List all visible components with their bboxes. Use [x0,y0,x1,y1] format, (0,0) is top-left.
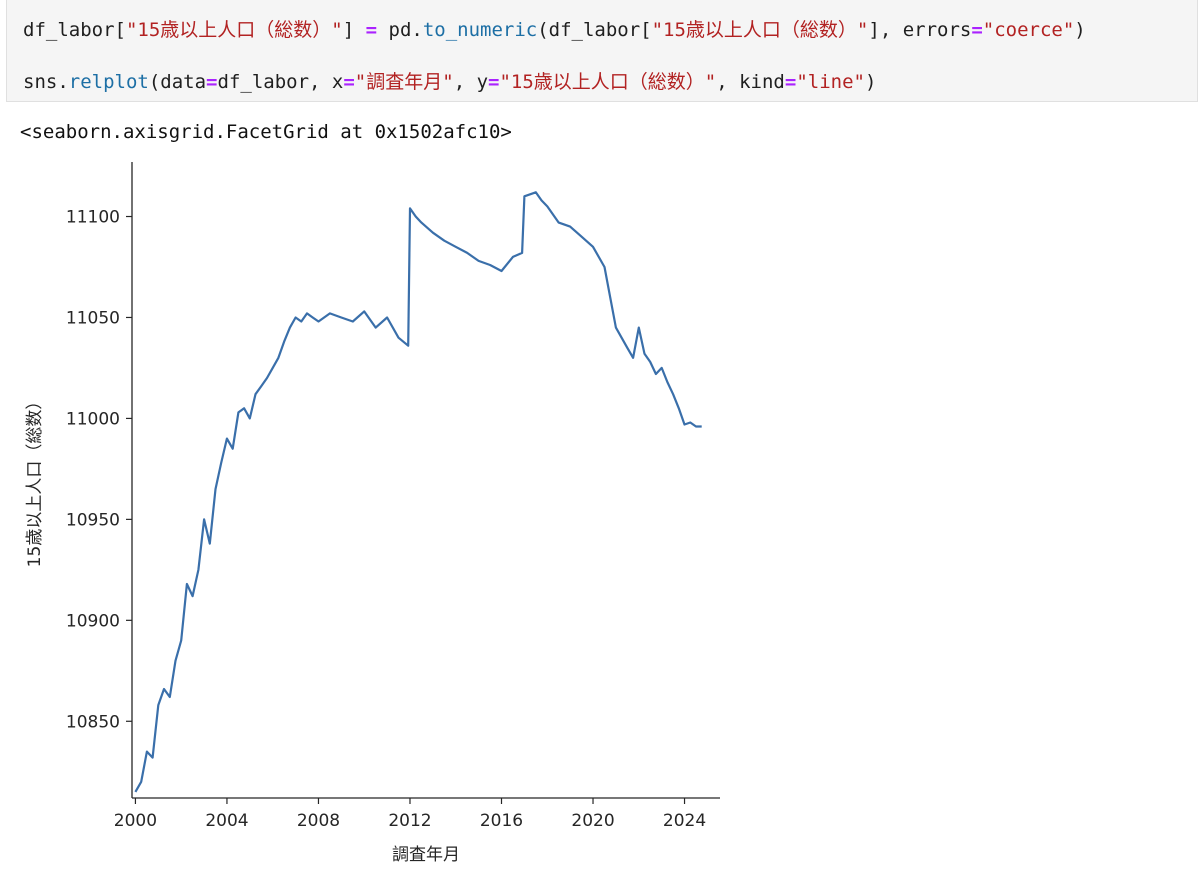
line-chart: 2000 2004 2008 2012 2016 2020 2024 10850 10900 10… [25,162,720,865]
output-repr: <seaborn.axisgrid.FacetGrid at 0x1502afc… [20,121,512,143]
y-tick-label: 10900 [66,611,120,631]
axes [131,162,720,799]
y-tick-label: 11000 [66,409,120,429]
series-line [134,191,702,793]
x-tick-label: 2000 [114,811,157,831]
x-tick-label: 2016 [480,811,523,831]
y-tick-label: 10950 [66,510,120,530]
y-tick-label: 10850 [66,712,120,732]
x-tick-label: 2020 [571,811,614,831]
code-line-2: sns.relplot(data=df_labor, x="調査年月", y="… [23,71,877,93]
x-tick-label: 2012 [388,811,431,831]
code-line-1: df_labor["15歳以上人口（総数）"] = pd.to_numeric(… [23,19,1086,41]
plot-output: 2000 2004 2008 2012 2016 2020 2024 10850 10900 10… [0,150,740,884]
code-cell[interactable]: df_labor["15歳以上人口（総数）"] = pd.to_numeric(… [6,0,1198,102]
x-tick-label: 2024 [663,811,706,831]
x-tick-label: 2008 [297,811,340,831]
y-tick-label: 11100 [66,208,120,228]
y-tick-label: 11050 [66,308,120,328]
x-axis-label: 調査年月 [392,845,460,865]
x-tick-label: 2004 [205,811,248,831]
y-axis-label: 15歳以上人口（総数） [25,393,45,568]
